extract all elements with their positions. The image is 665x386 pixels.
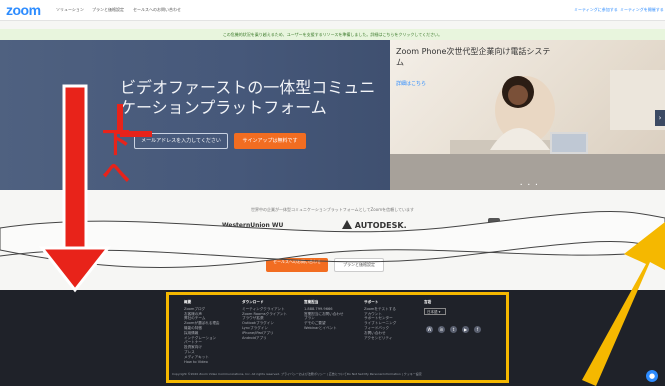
red-annotation-label: 下へ <box>102 126 131 189</box>
red-down-arrow <box>38 84 112 293</box>
annotation-overlay <box>0 84 665 386</box>
